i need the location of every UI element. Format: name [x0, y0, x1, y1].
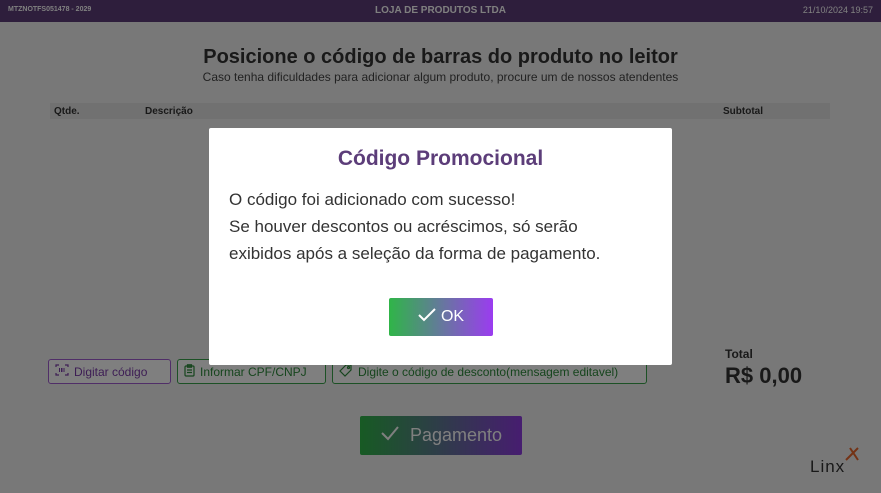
dialog-message: O código foi adicionado com sucesso! Se … [229, 186, 649, 267]
check-icon [418, 307, 436, 327]
dialog-title: Código Promocional [337, 147, 544, 170]
dialog-message-line: O código foi adicionado com sucesso! [229, 190, 516, 209]
promo-code-dialog: Código Promocional O código foi adiciona… [209, 128, 672, 365]
dialog-message-line: Se houver descontos ou acréscimos, só se… [229, 217, 578, 236]
ok-label: OK [440, 308, 465, 325]
dialog-message-line: exibidos após a seleção da forma de paga… [229, 244, 601, 263]
ok-button[interactable]: OK [389, 298, 493, 336]
